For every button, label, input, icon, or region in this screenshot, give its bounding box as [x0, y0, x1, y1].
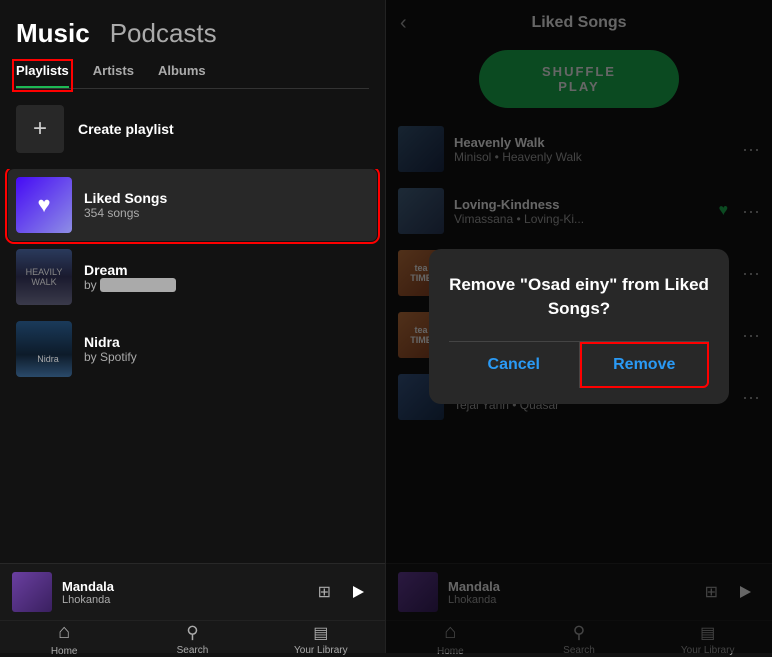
blurred-author: XXXXXXXXX	[100, 278, 176, 292]
music-title[interactable]: Music	[16, 18, 90, 49]
nidra-thumbnail: Nidra	[16, 321, 72, 377]
create-playlist-label: Create playlist	[78, 121, 174, 137]
left-header: Music Podcasts Playlists Artists Albums	[0, 0, 385, 89]
cancel-button[interactable]: Cancel	[449, 342, 580, 388]
playlist-item-liked[interactable]: ♥ Liked Songs 354 songs	[8, 169, 377, 241]
now-playing-artist: Lhokanda	[62, 594, 308, 606]
dream-name: Dream	[84, 262, 369, 278]
play-button[interactable]	[343, 577, 373, 607]
create-playlist-button[interactable]: + Create playlist	[0, 89, 385, 169]
left-nav-search-label: Search	[177, 645, 209, 656]
liked-songs-thumbnail: ♥	[16, 177, 72, 233]
dialog-message: Remove "Osad einy" from Liked Songs?	[449, 273, 709, 321]
left-nav-home[interactable]: ⌂ Home	[0, 621, 128, 657]
tab-playlists[interactable]: Playlists	[16, 63, 69, 88]
remove-button[interactable]: Remove	[580, 342, 710, 388]
search-icon: ⚲	[186, 623, 198, 643]
remove-dialog: Remove "Osad einy" from Liked Songs? Can…	[429, 249, 729, 404]
dialog-overlay: Remove "Osad einy" from Liked Songs? Can…	[386, 0, 772, 653]
left-nav-library[interactable]: ▤ Your Library	[257, 621, 385, 657]
home-icon: ⌂	[58, 621, 70, 644]
liked-songs-name: Liked Songs	[84, 190, 369, 206]
liked-songs-count: 354 songs	[84, 206, 369, 220]
left-panel: Music Podcasts Playlists Artists Albums …	[0, 0, 386, 653]
now-playing-title: Mandala	[62, 579, 308, 594]
playback-controls: ⊞	[318, 577, 373, 607]
now-playing-thumbnail	[12, 572, 52, 612]
left-bottom-bar: Mandala Lhokanda ⊞ ⌂ Home ⚲ Search ▤ You…	[0, 563, 385, 653]
nidra-name: Nidra	[84, 334, 369, 350]
right-panel: ‹ Liked Songs SHUFFLE PLAY Heavenly Walk…	[386, 0, 772, 653]
library-icon: ▤	[313, 623, 328, 643]
tab-albums[interactable]: Albums	[158, 63, 206, 88]
liked-songs-info: Liked Songs 354 songs	[84, 190, 369, 220]
tabs-row: Playlists Artists Albums	[16, 63, 369, 89]
nidra-sub: by Spotify	[84, 350, 369, 364]
left-nav-library-label: Your Library	[294, 645, 348, 656]
dream-thumbnail: HEAVILYWALK	[16, 249, 72, 305]
play-icon	[351, 585, 365, 599]
playlist-item-nidra[interactable]: Nidra Nidra by Spotify	[8, 313, 377, 385]
title-row: Music Podcasts	[16, 18, 369, 49]
playlist-item-dream[interactable]: HEAVILYWALK Dream by XXXXXXXXX	[8, 241, 377, 313]
dream-info: Dream by XXXXXXXXX	[84, 262, 369, 292]
now-playing-info: Mandala Lhokanda	[62, 579, 308, 606]
tab-artists[interactable]: Artists	[93, 63, 134, 88]
dialog-buttons: Cancel Remove	[449, 341, 709, 388]
plus-icon: +	[16, 105, 64, 153]
dream-sub: by XXXXXXXXX	[84, 278, 369, 292]
devices-icon[interactable]: ⊞	[318, 582, 331, 602]
podcasts-title[interactable]: Podcasts	[110, 18, 217, 49]
left-nav-home-label: Home	[51, 646, 78, 657]
left-nav-bar: ⌂ Home ⚲ Search ▤ Your Library	[0, 620, 385, 657]
heart-icon: ♥	[37, 192, 50, 218]
left-now-playing[interactable]: Mandala Lhokanda ⊞	[0, 564, 385, 620]
playlist-list: ♥ Liked Songs 354 songs HEAVILYWALK Drea…	[0, 169, 385, 563]
nidra-info: Nidra by Spotify	[84, 334, 369, 364]
left-nav-search[interactable]: ⚲ Search	[128, 621, 256, 657]
